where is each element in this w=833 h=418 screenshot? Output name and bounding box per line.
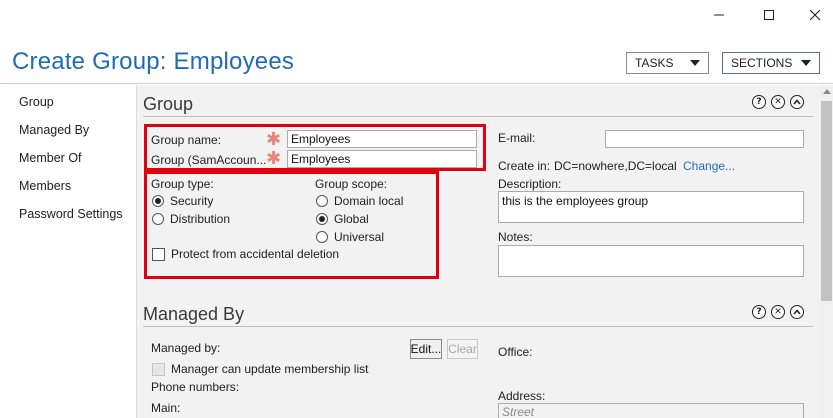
highlight-box-name — [144, 124, 486, 171]
scrollbar-thumb[interactable] — [821, 101, 832, 301]
main-phone-label: Main: — [151, 401, 181, 415]
close-section-icon[interactable]: ✕ — [771, 95, 785, 109]
nav-item-members[interactable]: Members — [19, 179, 71, 193]
email-input[interactable] — [605, 130, 804, 148]
nav-item-password-settings[interactable]: Password Settings — [19, 207, 123, 221]
collapse-icon[interactable] — [790, 95, 804, 109]
sections-dropdown[interactable]: SECTIONS — [722, 52, 820, 74]
nav-item-member-of[interactable]: Member Of — [19, 151, 82, 165]
nav-item-group[interactable]: Group — [19, 95, 54, 109]
address-label: Address: — [498, 389, 546, 403]
managed-by-label: Managed by: — [151, 341, 221, 355]
chevron-down-icon — [801, 60, 811, 66]
close-section-icon[interactable]: ✕ — [771, 305, 785, 319]
create-in-label: Create in: — [498, 159, 551, 173]
manager-update-label: Manager can update membership list — [171, 362, 369, 376]
notes-label: Notes: — [498, 230, 533, 244]
chevron-down-icon — [690, 60, 700, 66]
phone-numbers-label: Phone numbers: — [151, 380, 240, 394]
street-input[interactable]: Street — [498, 403, 804, 418]
collapse-icon[interactable] — [790, 305, 804, 319]
managed-by-section-title: Managed By — [143, 304, 245, 324]
help-icon[interactable]: ? — [752, 305, 766, 319]
left-nav: Group Managed By Member Of Members Passw… — [0, 85, 136, 418]
sections-label: SECTIONS — [731, 56, 793, 70]
tasks-dropdown[interactable]: TASKS — [626, 52, 709, 74]
create-in-value: DC=nowhere,DC=local — [554, 159, 677, 173]
minimize-button[interactable] — [696, 0, 742, 30]
minimize-icon — [714, 14, 724, 16]
highlight-box-type-scope — [144, 171, 439, 279]
section-divider — [143, 116, 813, 117]
page-header: Create Group: Employees TASKS SECTIONS — [0, 32, 833, 84]
maximize-button[interactable] — [746, 0, 792, 30]
help-icon[interactable]: ? — [752, 95, 766, 109]
change-link[interactable]: Change... — [683, 159, 735, 173]
vertical-scrollbar[interactable] — [820, 85, 833, 418]
group-section-title: Group — [143, 94, 194, 114]
maximize-icon — [764, 10, 774, 20]
nav-item-managed-by[interactable]: Managed By — [19, 123, 89, 137]
page-title: Create Group: Employees — [12, 48, 295, 75]
office-label: Office: — [498, 345, 533, 359]
title-bar — [0, 0, 833, 32]
section-divider — [143, 326, 813, 327]
edit-button[interactable]: Edit... — [410, 339, 442, 359]
notes-textarea[interactable] — [498, 245, 804, 277]
tasks-label: TASKS — [635, 56, 674, 70]
description-textarea[interactable]: this is the employees group — [498, 191, 804, 223]
clear-button[interactable]: Clear — [447, 339, 478, 359]
close-icon — [809, 9, 821, 21]
scroll-up-icon[interactable] — [823, 89, 831, 94]
email-label: E-mail: — [498, 131, 536, 145]
close-window-button[interactable] — [792, 0, 833, 30]
manager-update-checkbox[interactable] — [152, 363, 165, 376]
description-label: Description: — [498, 177, 562, 191]
